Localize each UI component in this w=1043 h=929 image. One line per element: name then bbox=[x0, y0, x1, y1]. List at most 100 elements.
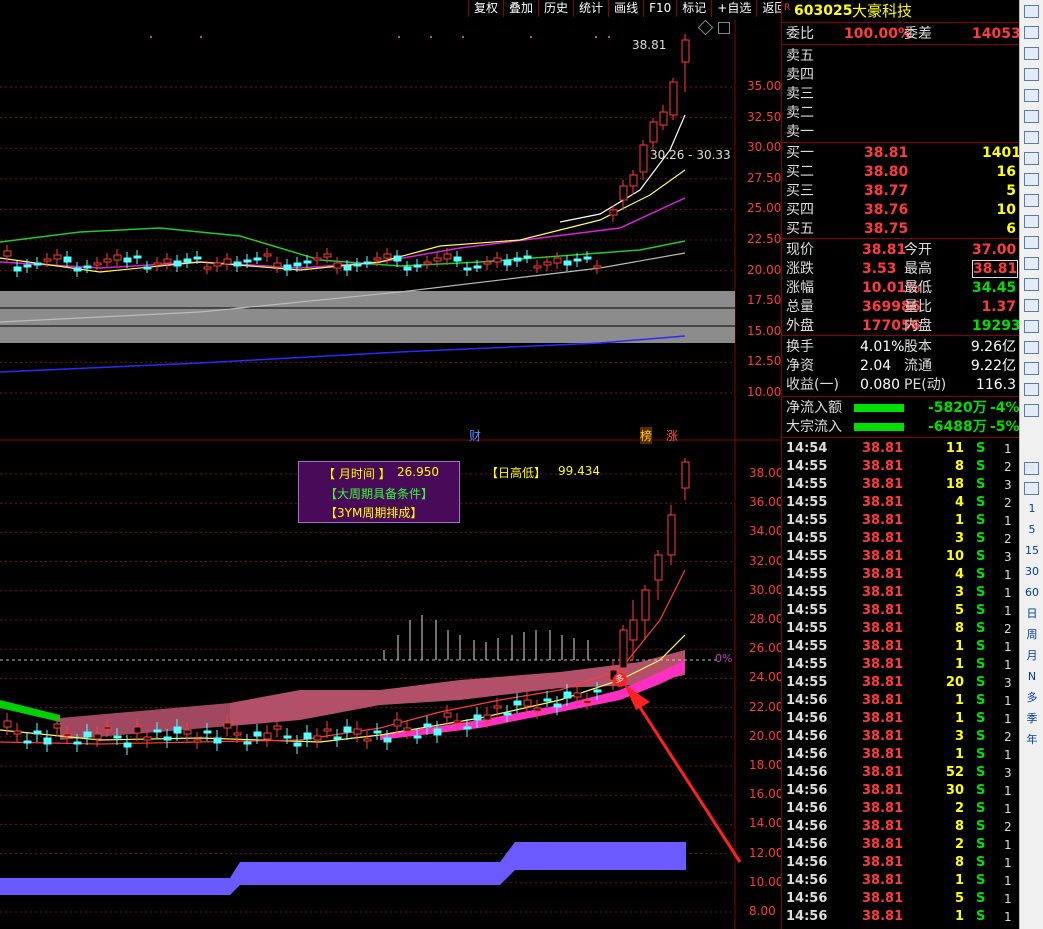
f13-icon[interactable] bbox=[1024, 257, 1039, 270]
candle-body bbox=[343, 265, 352, 271]
window-toggle-icon[interactable] bbox=[718, 22, 730, 34]
candle-body bbox=[493, 257, 502, 263]
buy-label: 买五 bbox=[786, 221, 814, 237]
candle-body bbox=[513, 257, 522, 262]
flow-label: 大宗流入 bbox=[786, 419, 842, 435]
period-5[interactable]: 日 bbox=[1022, 605, 1042, 622]
chart-toolbar: 复权 叠加 历史 统计 画线 F10 标记 +自选 返回 bbox=[468, 0, 791, 18]
tick-row: 14:56 38.81 2 S 1 bbox=[782, 836, 1020, 854]
line-chart-icon[interactable] bbox=[1024, 131, 1039, 144]
candle-body bbox=[123, 742, 132, 748]
toolbar-item-4[interactable]: 画线 bbox=[608, 0, 643, 17]
f10-icon[interactable] bbox=[1024, 194, 1039, 207]
buy-volume: 6 bbox=[1006, 221, 1016, 237]
period-0[interactable]: 1 bbox=[1022, 500, 1042, 517]
toolbar-item-6[interactable]: 标记 bbox=[676, 0, 711, 17]
toolbar-item-3[interactable]: 统计 bbox=[573, 0, 608, 17]
candle-body bbox=[353, 728, 362, 735]
tick-time: 14:56 bbox=[786, 783, 828, 798]
candle-body bbox=[443, 253, 452, 260]
arrow-up-icon[interactable] bbox=[1024, 5, 1039, 18]
chart-area[interactable]: 35.00 32.50 30.00 27.50 25.00 22.50 20.00 17.50… bbox=[0, 0, 1019, 929]
period-8[interactable]: N bbox=[1022, 668, 1042, 685]
candle-body bbox=[573, 258, 582, 262]
weibi-label: 委比 bbox=[786, 26, 814, 42]
tick-side: S bbox=[976, 531, 986, 546]
period-9[interactable]: 多 bbox=[1022, 689, 1042, 706]
tick-side: S bbox=[976, 621, 986, 636]
wave-icon[interactable] bbox=[1024, 320, 1039, 333]
report-icon[interactable] bbox=[1024, 68, 1039, 81]
candle-body bbox=[233, 261, 242, 267]
buy-row: 买五 38.75 6 bbox=[782, 220, 1020, 238]
money-icon[interactable] bbox=[1024, 362, 1039, 375]
tick-side: S bbox=[976, 585, 986, 600]
move-icon[interactable] bbox=[1024, 383, 1039, 396]
quote-row: 总量 369986 量比 1.37 bbox=[782, 298, 1020, 316]
window-icon[interactable] bbox=[1024, 299, 1039, 312]
tick-time: 14:56 bbox=[786, 909, 828, 924]
candle-body bbox=[23, 740, 32, 744]
chart-switch-icon[interactable] bbox=[1024, 482, 1039, 495]
period-11[interactable]: 年 bbox=[1022, 731, 1042, 748]
axis-tick-top: 22.50 bbox=[747, 232, 782, 246]
toolbar-item-0[interactable]: 复权 bbox=[468, 0, 503, 17]
cai-marker[interactable]: 财 bbox=[469, 427, 481, 444]
period-2[interactable]: 15 bbox=[1022, 542, 1042, 559]
arrow-up2-icon[interactable] bbox=[1024, 26, 1039, 39]
zhang-marker[interactable]: 涨 bbox=[666, 427, 678, 444]
period-3[interactable]: 30 bbox=[1022, 563, 1042, 580]
bang-marker[interactable]: 榜 bbox=[640, 427, 653, 444]
toolbar-item-7[interactable]: +自选 bbox=[711, 0, 756, 17]
f5-icon[interactable]: F5 bbox=[1024, 462, 1039, 475]
candle-body bbox=[63, 733, 72, 737]
f9-icon[interactable] bbox=[1024, 173, 1039, 186]
candle-body bbox=[423, 261, 432, 265]
candle-body bbox=[3, 720, 12, 728]
candle-body bbox=[463, 267, 472, 271]
tick-price: 38.81 bbox=[862, 495, 904, 510]
period-4[interactable]: 60 bbox=[1022, 584, 1042, 601]
candle-body bbox=[163, 258, 172, 264]
axis-tick-top: 17.50 bbox=[747, 293, 782, 308]
stock-name: 大豪科技 bbox=[852, 2, 913, 20]
candle-body bbox=[403, 727, 412, 732]
tick-row: 14:56 38.81 1 S 1 bbox=[782, 872, 1020, 890]
stock-code: 603025 bbox=[794, 3, 853, 19]
tick-side: S bbox=[976, 495, 986, 510]
tick-row: 14:56 38.81 1 S 1 bbox=[782, 908, 1020, 926]
tick-volume: 4 bbox=[954, 495, 964, 510]
info-icon[interactable] bbox=[1024, 278, 1039, 291]
f12-icon[interactable] bbox=[1024, 236, 1039, 249]
rsi-icon[interactable] bbox=[1024, 341, 1039, 354]
arrow-down-icon[interactable] bbox=[1024, 47, 1039, 60]
toolbar-item-2[interactable]: 历史 bbox=[538, 0, 573, 17]
candle-body bbox=[203, 730, 212, 734]
fundamentals-row: 收益(一) 0.080 PE(动) 116.3 bbox=[782, 376, 1020, 394]
quote-row: 涨跌 3.53 最高 38.81 bbox=[782, 260, 1020, 278]
fund-label: 换手 bbox=[786, 339, 814, 355]
zero-marker: 0% bbox=[715, 652, 733, 665]
toolbar-item-1[interactable]: 叠加 bbox=[503, 0, 538, 17]
quote-row: 涨幅 10.01% 最低 34.45 bbox=[782, 279, 1020, 297]
flow-pct: -5% bbox=[990, 419, 1020, 435]
period-1[interactable]: 5 bbox=[1022, 521, 1042, 538]
period-6[interactable]: 周 bbox=[1022, 626, 1042, 643]
period-7[interactable]: 月 bbox=[1022, 647, 1042, 664]
f11-icon[interactable] bbox=[1024, 215, 1039, 228]
candle-body bbox=[413, 264, 422, 268]
tick-side: S bbox=[976, 819, 986, 834]
tick-side: S bbox=[976, 711, 986, 726]
tick-row: 14:55 38.81 5 S 1 bbox=[782, 602, 1020, 620]
period-10[interactable]: 季 bbox=[1022, 710, 1042, 727]
candle-icon[interactable] bbox=[1024, 152, 1039, 165]
tick-side: S bbox=[976, 459, 986, 474]
quote-row: 现价 38.81 今开 37.00 bbox=[782, 241, 1020, 259]
list-icon[interactable] bbox=[1024, 110, 1039, 123]
candle-body bbox=[273, 725, 282, 730]
candle-body bbox=[103, 726, 112, 730]
pencil-icon[interactable] bbox=[1024, 404, 1039, 417]
tick-count: 2 bbox=[1004, 496, 1012, 510]
toolbar-item-5[interactable]: F10 bbox=[643, 0, 676, 17]
grid-icon[interactable] bbox=[1024, 89, 1039, 102]
